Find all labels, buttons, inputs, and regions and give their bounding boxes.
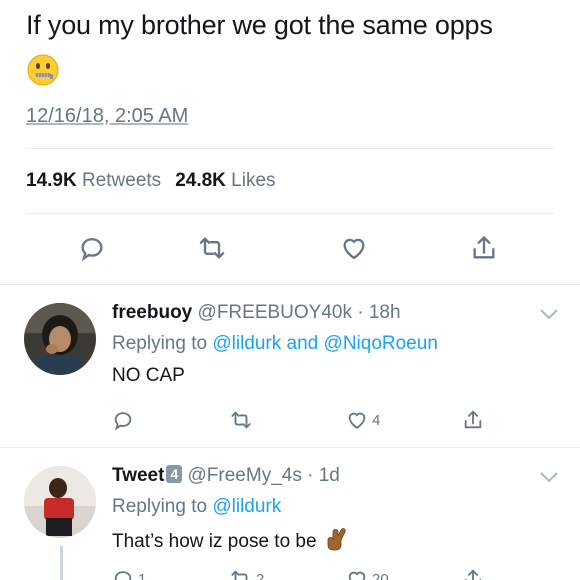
reply-button[interactable] — [112, 409, 134, 431]
reply-text: That’s how iz pose to be — [112, 527, 348, 554]
retweet-button[interactable]: 2 — [230, 568, 264, 580]
reply-text-content: That’s how iz pose to be — [112, 531, 317, 552]
tweet-stats: 14.9K Retweets 24.8K Likes — [26, 170, 276, 192]
avatar[interactable] — [24, 466, 96, 538]
avatar-photo — [24, 303, 96, 375]
replying-to-label: Replying to — [112, 333, 208, 354]
display-name[interactable]: Tweet — [112, 465, 164, 486]
retweet-button[interactable] — [230, 409, 252, 431]
like-count: 4 — [372, 411, 381, 429]
share-button[interactable] — [468, 232, 500, 264]
retweet-icon — [199, 237, 225, 259]
retweet-button[interactable] — [196, 232, 228, 264]
share-icon — [464, 569, 482, 580]
like-button[interactable]: 4 — [346, 409, 380, 431]
reply-icon — [114, 412, 132, 431]
handle-time: @FreeMy_4s · 1d — [187, 465, 340, 486]
zipper-mouth-face-icon — [27, 54, 59, 86]
retweets-count: 14.9K — [26, 170, 77, 191]
reply-header: freebuoy @FREEBUOY40k · 18h — [112, 301, 401, 325]
heart-icon — [348, 571, 366, 580]
likes-stat[interactable]: 24.8K Likes — [175, 170, 275, 191]
tweet-text: If you my brother we got the same opps — [26, 10, 493, 40]
reply-button[interactable]: 1 — [112, 568, 146, 580]
likes-count: 24.8K — [175, 170, 226, 191]
like-button[interactable] — [338, 232, 370, 264]
mention-link[interactable]: @lildurk — [212, 496, 281, 517]
share-icon — [464, 410, 482, 429]
divider — [26, 213, 554, 214]
chevron-down-icon[interactable] — [538, 307, 560, 321]
tweet-timestamp[interactable]: 12/16/18, 2:05 AM — [26, 105, 188, 128]
reply-actions: 4 — [0, 409, 580, 435]
tweet-action-bar — [0, 232, 580, 268]
mention-link[interactable]: @lildurk — [212, 333, 281, 354]
reply-count: 1 — [138, 570, 147, 580]
reply-item: freebuoy @FREEBUOY40k · 18h Replying to … — [0, 285, 580, 447]
display-name[interactable]: freebuoy — [112, 302, 192, 323]
share-button[interactable] — [462, 568, 484, 580]
reply-header: Tweet 4 @FreeMy_4s · 1d — [112, 464, 340, 488]
divider — [26, 148, 554, 149]
like-button[interactable]: 20 — [346, 568, 389, 580]
name-badge: 4 — [166, 465, 183, 483]
and-label: and — [286, 333, 319, 354]
reply-icon — [81, 238, 103, 262]
share-icon — [473, 236, 495, 259]
replying-to-label: Replying to — [112, 496, 208, 517]
likes-label: Likes — [231, 170, 276, 191]
reply-icon — [114, 571, 132, 580]
reply-actions: 1 2 20 — [0, 568, 580, 580]
chevron-down-icon[interactable] — [538, 470, 560, 484]
finger-crossed-icon — [327, 528, 346, 551]
reply-item: Tweet 4 @FreeMy_4s · 1d Replying to @lild… — [0, 448, 580, 580]
heart-icon — [343, 238, 365, 260]
handle-time: @FREEBUOY40k · 18h — [197, 302, 401, 323]
avatar-photo — [24, 466, 96, 538]
retweets-label: Retweets — [81, 170, 162, 191]
reply-button[interactable] — [76, 232, 108, 264]
retweet-icon — [231, 411, 251, 429]
retweet-count: 2 — [256, 570, 265, 580]
thread-line — [60, 546, 63, 580]
share-button[interactable] — [462, 409, 484, 431]
replying-to: Replying to @lildurk and @NiqoRoeun — [112, 332, 438, 356]
replying-to: Replying to @lildurk — [112, 495, 281, 519]
mention-link[interactable]: @NiqoRoeun — [324, 333, 438, 354]
retweets-stat[interactable]: 14.9K Retweets — [26, 170, 161, 191]
like-count: 20 — [372, 570, 389, 580]
avatar[interactable] — [24, 303, 96, 375]
retweet-icon — [231, 570, 248, 580]
heart-icon — [348, 412, 366, 429]
reply-text: NO CAP — [112, 365, 185, 386]
